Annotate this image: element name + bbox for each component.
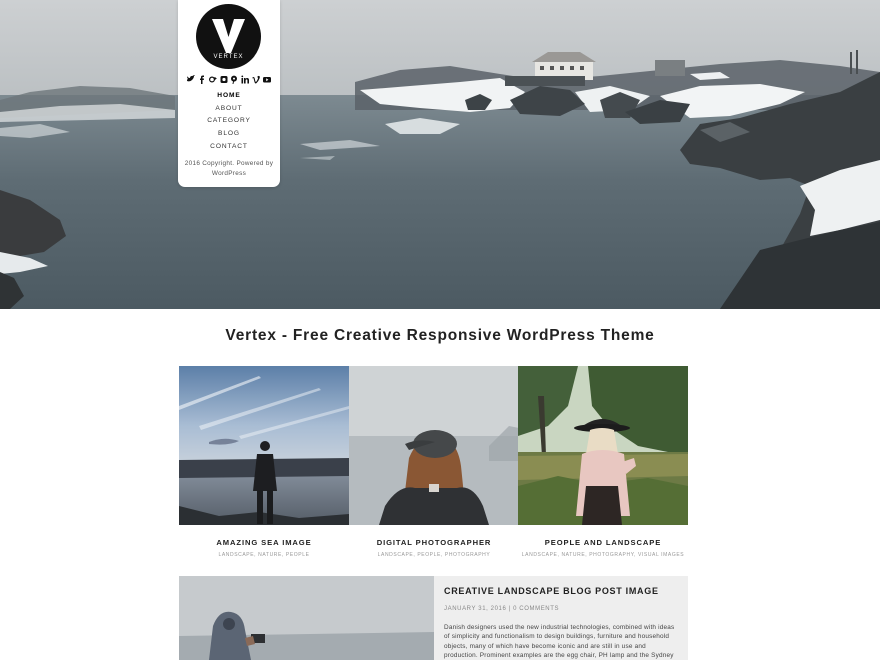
post-excerpt: Danish designers used the new industrial… (444, 624, 675, 660)
card-tags[interactable]: LANDSCAPE, NATURE, PHOTOGRAPHY, VISUAL I… (508, 552, 698, 558)
card-image-people-landscape[interactable] (518, 366, 688, 525)
sidebar-card: VERTEX HOME ABOUT CATEGORY BLOG CONTACT … (178, 0, 280, 187)
nav-about[interactable]: ABOUT (178, 103, 280, 116)
pinterest-icon[interactable] (230, 75, 238, 84)
main-navigation: HOME ABOUT CATEGORY BLOG CONTACT (178, 90, 280, 153)
card-image-photographer[interactable] (349, 366, 519, 525)
post-image[interactable] (179, 576, 434, 660)
card-title[interactable]: PEOPLE AND LANDSCAPE (518, 538, 688, 547)
logo-text: VERTEX (213, 54, 244, 60)
card-title[interactable]: AMAZING SEA IMAGE (179, 538, 349, 547)
facebook-icon[interactable] (198, 75, 206, 84)
site-logo[interactable]: VERTEX (196, 4, 261, 69)
copyright-text: 2016 Copyright. Powered by WordPress (184, 160, 274, 177)
card-tags[interactable]: LANDSCAPE, PEOPLE, PHOTOGRAPHY (339, 552, 529, 558)
vimeo-icon[interactable] (252, 75, 260, 84)
page-title: Vertex - Free Creative Responsive WordPr… (225, 327, 655, 344)
hero-banner (0, 0, 880, 309)
post-title[interactable]: CREATIVE LANDSCAPE BLOG POST IMAGE (444, 586, 684, 596)
card-title[interactable]: DIGITAL PHOTOGRAPHER (349, 538, 519, 547)
youtube-icon[interactable] (262, 75, 271, 84)
google-plus-icon[interactable] (208, 75, 217, 84)
twitter-icon[interactable] (187, 74, 195, 84)
blog-post: CREATIVE LANDSCAPE BLOG POST IMAGE JANUA… (179, 576, 688, 660)
post-meta[interactable]: JANUARY 31, 2016 | 0 COMMENTS (444, 606, 684, 612)
card-tags[interactable]: LANDSCAPE, NATURE, PEOPLE (169, 552, 359, 558)
linkedin-icon[interactable] (241, 75, 250, 84)
portfolio-grid: AMAZING SEA IMAGE LANDSCAPE, NATURE, PEO… (179, 366, 688, 566)
instagram-icon[interactable] (220, 75, 228, 84)
nav-blog[interactable]: BLOG (178, 128, 280, 141)
hero-landscape-image (0, 0, 880, 309)
nav-contact[interactable]: CONTACT (178, 141, 280, 154)
card-image-sea[interactable] (179, 366, 349, 525)
nav-category[interactable]: CATEGORY (178, 115, 280, 128)
social-icons (187, 73, 271, 85)
nav-home[interactable]: HOME (178, 90, 280, 103)
